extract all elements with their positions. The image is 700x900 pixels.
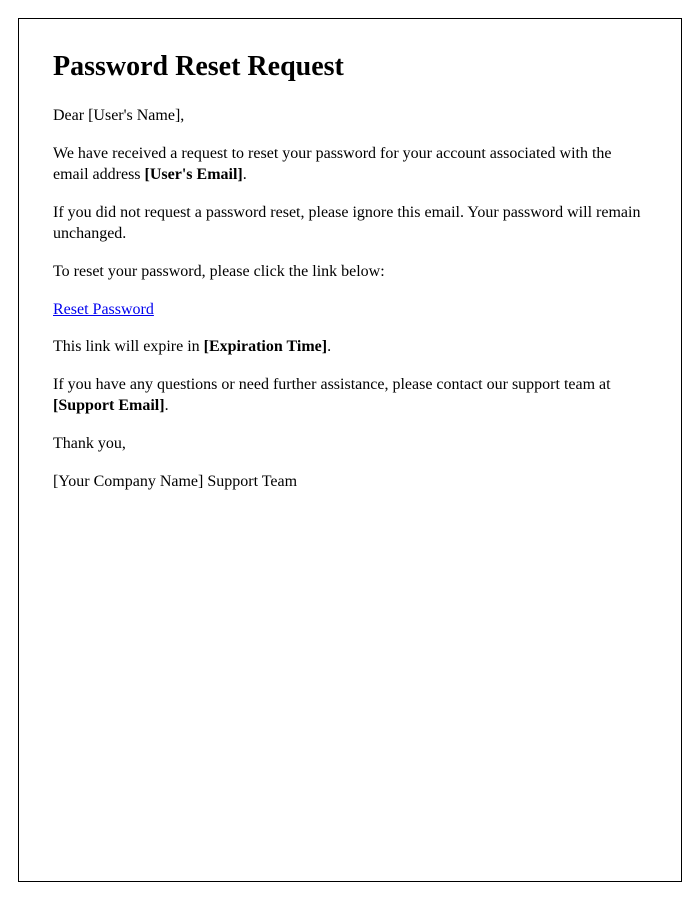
expiration-text-b: . xyxy=(327,338,331,355)
intro-paragraph: We have received a request to reset your… xyxy=(53,143,647,186)
thank-you-line: Thank you, xyxy=(53,433,647,455)
support-text-a: If you have any questions or need furthe… xyxy=(53,376,611,393)
salutation-line: Dear [User's Name], xyxy=(53,105,647,127)
reset-link-line: Reset Password xyxy=(53,299,647,321)
ignore-paragraph: If you did not request a password reset,… xyxy=(53,202,647,245)
intro-text-a: We have received a request to reset your… xyxy=(53,145,612,184)
user-email-placeholder: [User's Email] xyxy=(145,166,243,183)
expiration-text-a: This link will expire in xyxy=(53,338,204,355)
reset-password-link[interactable]: Reset Password xyxy=(53,301,154,318)
intro-text-b: . xyxy=(243,166,247,183)
expiration-placeholder: [Expiration Time] xyxy=(204,338,327,355)
salutation-suffix: , xyxy=(180,107,184,124)
signature-line: [Your Company Name] Support Team xyxy=(53,471,647,493)
instruction-paragraph: To reset your password, please click the… xyxy=(53,261,647,283)
expiration-paragraph: This link will expire in [Expiration Tim… xyxy=(53,336,647,358)
support-email-placeholder: [Support Email] xyxy=(53,397,165,414)
document-frame: Password Reset Request Dear [User's Name… xyxy=(18,18,682,882)
user-name-placeholder: [User's Name] xyxy=(88,107,180,124)
support-text-b: . xyxy=(165,397,169,414)
salutation-prefix: Dear xyxy=(53,107,88,124)
page-title: Password Reset Request xyxy=(53,51,647,83)
support-paragraph: If you have any questions or need furthe… xyxy=(53,374,647,417)
